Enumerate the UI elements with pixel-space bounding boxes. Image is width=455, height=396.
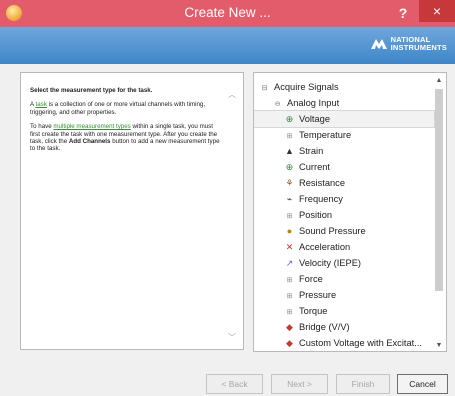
help-heading: Select the measurement type for the task… bbox=[30, 87, 153, 94]
current-icon: ⊕ bbox=[285, 162, 294, 172]
logo-line2: INSTRUMENTS bbox=[390, 43, 447, 52]
custom-voltage-icon: ◆ bbox=[286, 338, 293, 348]
window-title: Create New ... bbox=[184, 5, 271, 20]
measurement-tree: ⊟ Acquire Signals ⊖ Analog Input ⊕ Voltage ⊞… bbox=[253, 72, 447, 352]
voltage-icon: ⊕ bbox=[285, 114, 294, 124]
scroll-up-arrow-icon[interactable]: ︿ bbox=[228, 89, 236, 100]
national-instruments-logo: NATIONAL INSTRUMENTS bbox=[370, 36, 447, 52]
tree-node-analog-input[interactable]: ⊖ Analog Input bbox=[273, 95, 340, 111]
tree-item-current[interactable]: ⊕ Current bbox=[284, 159, 330, 175]
tree-node-label: Analog Input bbox=[287, 98, 340, 108]
tree-item-label: Velocity (IEPE) bbox=[299, 258, 362, 268]
next-button[interactable]: Next > bbox=[271, 374, 328, 394]
tree-item-label: Sound Pressure bbox=[299, 226, 366, 236]
velocity-icon: ↗ bbox=[285, 258, 294, 268]
acceleration-icon: ✕ bbox=[285, 242, 294, 252]
bridge-icon: ◆ bbox=[286, 322, 293, 332]
tree-item-label: Pressure bbox=[299, 290, 337, 300]
ni-eagle-icon bbox=[370, 39, 387, 49]
help-paragraph-2: To have multiple measurement types withi… bbox=[30, 123, 220, 153]
close-button[interactable]: × bbox=[419, 0, 455, 22]
help-panel: Select the measurement type for the task… bbox=[20, 72, 244, 350]
finish-button[interactable]: Finish bbox=[336, 374, 390, 394]
collapse-icon[interactable]: ⊟ bbox=[260, 81, 269, 97]
frequency-icon: ⌁ bbox=[286, 194, 293, 204]
tree-item-label: Position bbox=[299, 210, 333, 220]
tree-item-label: Strain bbox=[299, 146, 324, 156]
tree-item-label: Voltage bbox=[299, 114, 331, 124]
tree-item-label: Force bbox=[299, 274, 323, 284]
scroll-down-arrow-icon[interactable]: ▼ bbox=[434, 342, 444, 349]
tree-item-strain[interactable]: ▲ Strain bbox=[284, 143, 323, 159]
sound-pressure-icon: ● bbox=[286, 226, 293, 236]
tree-item-frequency[interactable]: ⌁ Frequency bbox=[284, 191, 343, 207]
tree-item-resistance[interactable]: ⚘ Resistance bbox=[284, 175, 345, 191]
tree-item-label: Temperature bbox=[299, 130, 352, 140]
tree-item-bridge-v-v[interactable]: ◆ Bridge (V/V) bbox=[284, 319, 350, 335]
button-bar: < Back Next > Finish Cancel bbox=[0, 364, 455, 396]
tree-item-pressure[interactable]: ⊞ Pressure bbox=[284, 287, 337, 303]
tree-item-custom-voltage-with-excitat[interactable]: ◆ Custom Voltage with Excitat... bbox=[284, 335, 422, 351]
tree-item-label: Acceleration bbox=[299, 242, 351, 252]
help-text: is a collection of one or more virtual c… bbox=[30, 101, 206, 116]
title-bar: Create New ... ? × bbox=[0, 0, 455, 27]
tree-item-sound-pressure[interactable]: ● Sound Pressure bbox=[284, 223, 366, 239]
task-link[interactable]: task bbox=[36, 101, 47, 108]
tree-item-label: Custom Voltage with Excitat... bbox=[299, 338, 422, 348]
tree-item-label: Bridge (V/V) bbox=[299, 322, 350, 332]
tree-item-label: Resistance bbox=[299, 178, 345, 188]
help-paragraph-1: A task is a collection of one or more vi… bbox=[30, 101, 220, 116]
resistance-icon: ⚘ bbox=[285, 178, 294, 188]
tree-item-label: Current bbox=[299, 162, 331, 172]
strain-icon: ▲ bbox=[285, 146, 294, 156]
back-button[interactable]: < Back bbox=[206, 374, 263, 394]
tree-node-acquire-signals[interactable]: ⊟ Acquire Signals bbox=[260, 79, 339, 95]
tree-scrollbar[interactable]: ▲ ▼ bbox=[434, 77, 444, 349]
tree-node-label: Acquire Signals bbox=[274, 82, 339, 92]
help-button[interactable]: ? bbox=[392, 2, 414, 24]
header-banner: NATIONAL INSTRUMENTS bbox=[0, 27, 455, 64]
help-content: Select the measurement type for the task… bbox=[30, 87, 220, 160]
tree-item-force[interactable]: ⊞ Force bbox=[284, 271, 323, 287]
tree-item-velocity-iepe[interactable]: ↗ Velocity (IEPE) bbox=[284, 255, 361, 271]
tree-item-torque[interactable]: ⊞ Torque bbox=[284, 303, 328, 319]
scroll-down-arrow-icon[interactable]: ﹀ bbox=[228, 332, 236, 343]
scrollbar-thumb[interactable] bbox=[435, 89, 443, 291]
tree-item-label: Frequency bbox=[299, 194, 343, 204]
multiple-measurement-types-link[interactable]: multiple measurement types bbox=[53, 123, 130, 130]
tree-item-label: Torque bbox=[299, 306, 328, 316]
cancel-button[interactable]: Cancel bbox=[397, 374, 448, 394]
tree-item-temperature[interactable]: ⊞ Temperature bbox=[284, 127, 352, 143]
scroll-up-arrow-icon[interactable]: ▲ bbox=[434, 77, 444, 84]
tree-item-position[interactable]: ⊞ Position bbox=[284, 207, 333, 223]
add-channels-text: Add Channels bbox=[68, 138, 111, 146]
tree-item-acceleration[interactable]: ✕ Acceleration bbox=[284, 239, 350, 255]
tree-item-voltage[interactable]: ⊕ Voltage bbox=[254, 110, 435, 128]
help-text: To have bbox=[30, 123, 54, 131]
